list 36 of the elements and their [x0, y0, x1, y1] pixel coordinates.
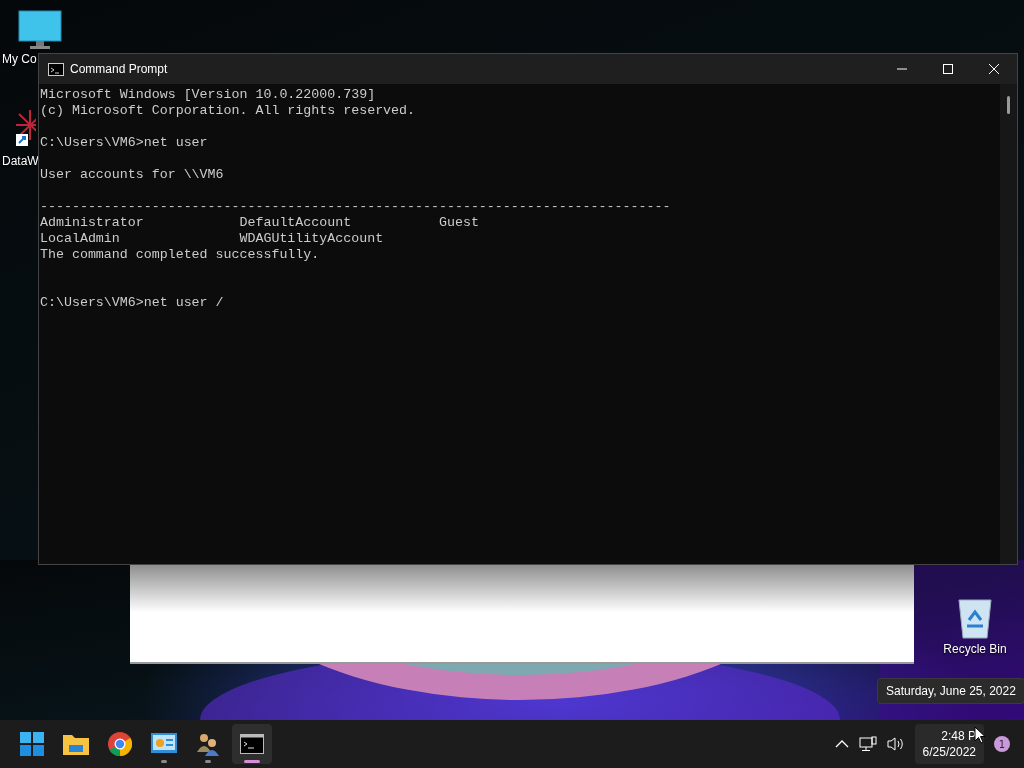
console-line: LocalAdmin WDAGUtilityAccount — [40, 231, 385, 247]
console-line: C:\Users\VM6>net user / — [40, 295, 225, 311]
taskbar-button[interactable] — [232, 724, 272, 764]
scrollbar-thumb[interactable] — [1007, 96, 1010, 114]
console-line: (c) Microsoft Corporation. All rights reserved. — [40, 103, 417, 119]
folder-icon — [63, 733, 89, 755]
console-line: C:\Users\VM6>net user — [40, 135, 209, 151]
speaker-icon[interactable] — [886, 736, 905, 752]
running-indicator — [161, 760, 167, 763]
recycle-bin-icon[interactable] — [955, 596, 995, 640]
clock-time: 2:48 P — [941, 728, 976, 744]
console-line: The command completed successfully. — [40, 247, 321, 263]
desktop-icon-label[interactable]: My Co — [2, 52, 37, 66]
chevron-up-icon[interactable] — [834, 740, 849, 748]
mouse-pointer-icon — [974, 726, 986, 744]
clock-date: 6/25/2022 — [922, 744, 976, 760]
console-line: User accounts for \\VM6 — [40, 167, 225, 183]
control-panel-icon — [151, 733, 177, 755]
start-icon — [20, 732, 44, 756]
monitor-icon[interactable] — [18, 10, 62, 50]
console-line: Administrator DefaultAccount Guest — [40, 215, 480, 231]
console-line: Microsoft Windows [Version 10.0.22000.739] — [40, 87, 377, 103]
date-tooltip: Saturday, June 25, 2022 — [877, 678, 1024, 704]
desktop-icon-label[interactable]: DataW — [2, 154, 39, 168]
running-indicator — [244, 760, 260, 763]
console-line: ------------------------------------------------------------------------------- — [40, 199, 672, 215]
desktop-icon-label[interactable]: Recycle Bin — [943, 642, 1007, 656]
notification-badge[interactable]: 1 — [994, 736, 1010, 752]
browser-icon — [108, 732, 132, 756]
clock-button[interactable]: 2:48 P 6/25/2022 — [914, 724, 984, 764]
network-icon[interactable] — [858, 736, 877, 752]
running-indicator — [205, 760, 211, 763]
users-icon — [196, 732, 220, 756]
window-title: Command Prompt — [70, 62, 168, 76]
console-icon — [240, 734, 264, 754]
console-icon — [48, 62, 64, 76]
